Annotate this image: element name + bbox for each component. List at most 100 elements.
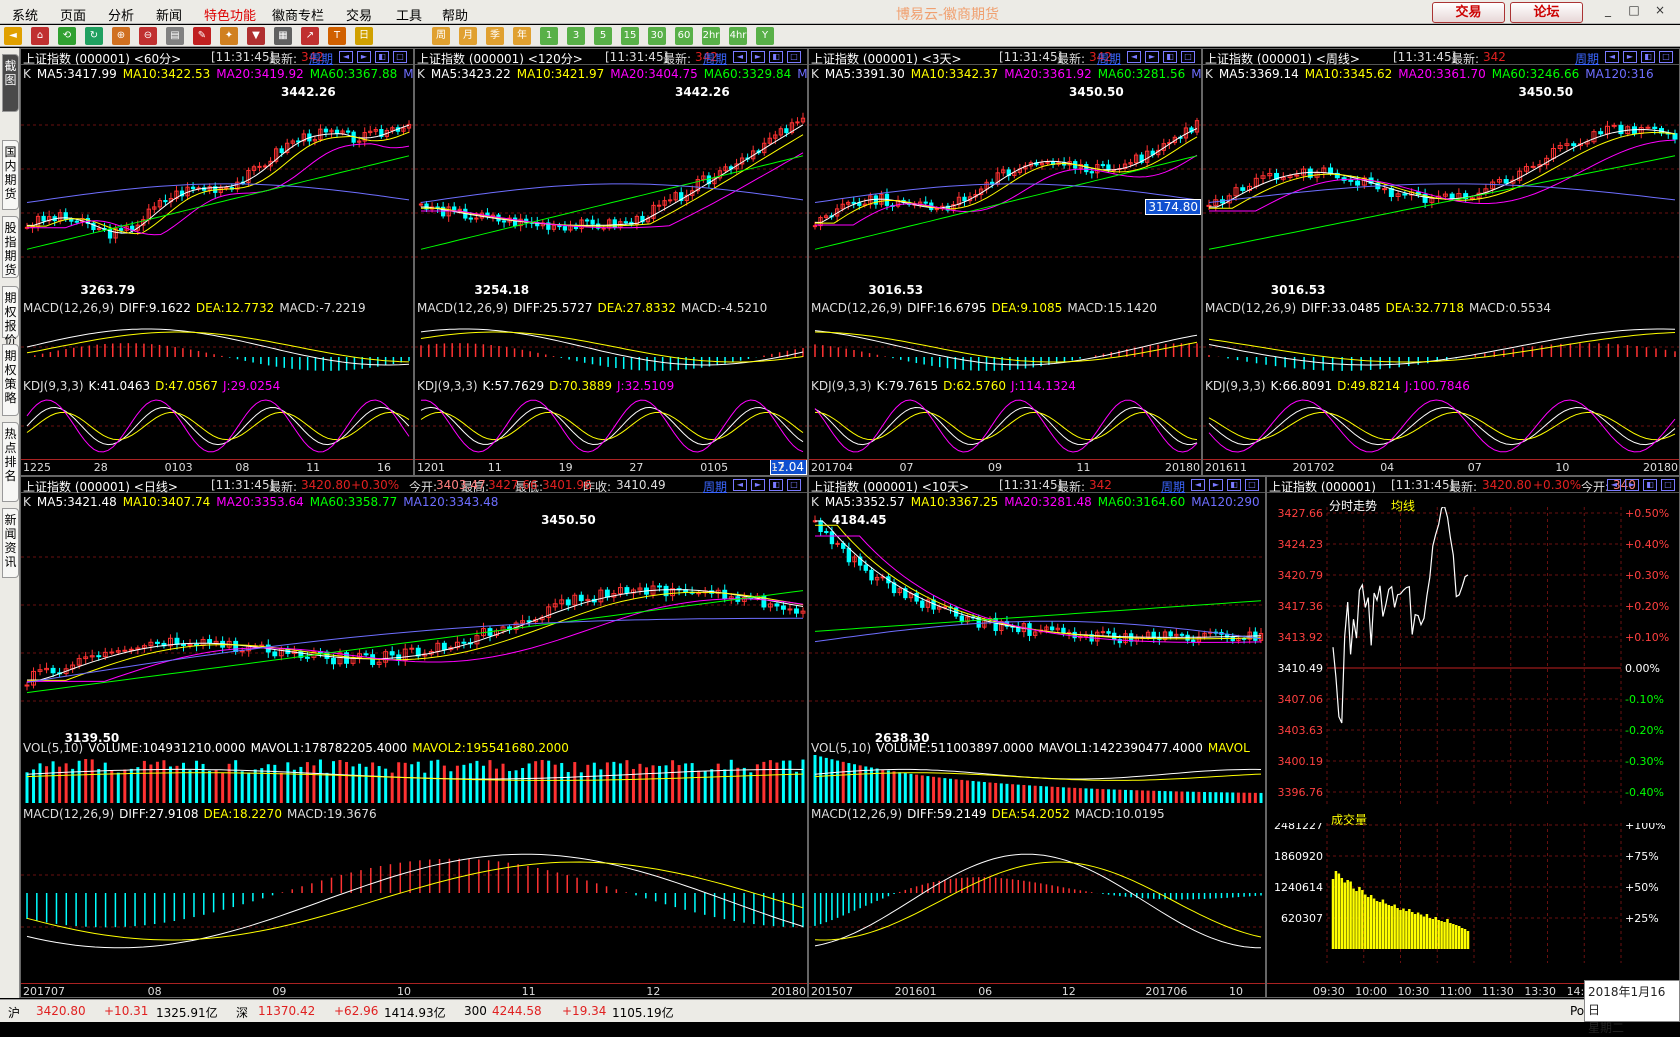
period-button-11[interactable]: 4hr — [729, 27, 747, 45]
zoom-icon[interactable]: ◧ — [769, 51, 783, 63]
zoom-icon[interactable]: ◧ — [1227, 479, 1241, 491]
period-button-1[interactable]: 月 — [459, 27, 477, 45]
side-tab-6[interactable]: 新闻资讯 — [2, 508, 19, 578]
arrow-left-icon[interactable]: ◄ — [4, 27, 22, 45]
period-link[interactable]: 周期 — [1161, 478, 1185, 495]
period-button-0[interactable]: 周 — [432, 27, 450, 45]
period-button-6[interactable]: 5 — [594, 27, 612, 45]
axis-tick: 201707 — [23, 985, 65, 998]
nav-left-icon[interactable]: ◄ — [1127, 51, 1141, 63]
home-icon[interactable]: ⌂ — [31, 27, 49, 45]
candle-body — [1530, 165, 1536, 168]
period-link[interactable]: 周期 — [703, 50, 727, 67]
zoom-in-icon[interactable]: ⊕ — [112, 27, 130, 45]
zoom-icon[interactable]: ◧ — [1163, 51, 1177, 63]
close-icon[interactable]: × — [1650, 3, 1670, 20]
candle-body — [304, 656, 310, 659]
nav-right-icon[interactable]: ► — [751, 479, 765, 491]
nav-right-icon[interactable]: ► — [1625, 479, 1639, 491]
nav-right-icon[interactable]: ► — [1145, 51, 1159, 63]
candle-body — [50, 667, 56, 674]
restore-icon[interactable]: □ — [1624, 3, 1644, 20]
refresh-icon[interactable]: ⟲ — [58, 27, 76, 45]
period-button-2[interactable]: 季 — [486, 27, 504, 45]
period-link[interactable]: 周期 — [309, 50, 333, 67]
zoom-icon[interactable]: ◧ — [1641, 51, 1655, 63]
period-button-12[interactable]: Y — [756, 27, 774, 45]
side-tab-4[interactable]: 期权策略 — [2, 344, 19, 416]
candle-body — [1328, 167, 1334, 174]
axis-tick: 201801 — [1643, 461, 1679, 474]
menu-item-6[interactable]: 交易 — [346, 5, 372, 24]
nav-left-icon[interactable]: ◄ — [733, 479, 747, 491]
maximize-icon[interactable]: □ — [393, 51, 407, 63]
zoom-icon[interactable]: ◧ — [769, 479, 783, 491]
menu-item-3[interactable]: 新闻 — [156, 5, 182, 24]
nav-left-icon[interactable]: ◄ — [1605, 51, 1619, 63]
period-button-3[interactable]: 年 — [513, 27, 531, 45]
volpct-label: +50% — [1625, 881, 1659, 894]
trade-button[interactable]: 交易 — [1432, 2, 1505, 23]
zoom-out-icon[interactable]: ⊖ — [139, 27, 157, 45]
nav-right-icon[interactable]: ► — [1623, 51, 1637, 63]
price-label: 3403.63 — [1278, 724, 1324, 737]
day-icon[interactable]: 日 — [355, 27, 373, 45]
zoom-icon[interactable]: ◧ — [375, 51, 389, 63]
nav-left-icon[interactable]: ◄ — [339, 51, 353, 63]
period-button-8[interactable]: 30 — [648, 27, 666, 45]
macd-name: MACD(12,26,9) — [23, 807, 115, 821]
maximize-icon[interactable]: □ — [1659, 51, 1673, 63]
kdj-j: J:100.7846 — [1405, 379, 1470, 393]
period-button-10[interactable]: 2hr — [702, 27, 720, 45]
period-button-5[interactable]: 3 — [567, 27, 585, 45]
nav-left-icon[interactable]: ◄ — [1191, 479, 1205, 491]
maximize-icon[interactable]: □ — [787, 51, 801, 63]
time-tick: 10:00 — [1355, 985, 1387, 998]
side-tab-3[interactable]: 期权报价 — [2, 286, 19, 347]
side-tab-0[interactable]: 截图 — [2, 54, 19, 112]
side-tab-2[interactable]: 股指期货 — [2, 216, 19, 278]
nav-left-icon[interactable]: ◄ — [733, 51, 747, 63]
maximize-icon[interactable]: □ — [787, 479, 801, 491]
menu-item-2[interactable]: 分析 — [108, 5, 134, 24]
cycle-icon[interactable]: ↻ — [85, 27, 103, 45]
chart-icon[interactable]: ↗ — [301, 27, 319, 45]
minimize-icon[interactable]: _ — [1598, 3, 1618, 20]
table-icon[interactable]: ▦ — [274, 27, 292, 45]
filter-icon[interactable]: ▼ — [247, 27, 265, 45]
candle-body — [696, 592, 702, 595]
nav-left-icon[interactable]: ◄ — [1607, 479, 1621, 491]
period-link[interactable]: 周期 — [1575, 50, 1599, 67]
zoom-icon[interactable]: ◧ — [1643, 479, 1657, 491]
tick-icon[interactable]: T — [328, 27, 346, 45]
nav-right-icon[interactable]: ► — [751, 51, 765, 63]
menu-item-7[interactable]: 工具 — [396, 5, 422, 24]
maximize-icon[interactable]: □ — [1181, 51, 1195, 63]
nav-right-icon[interactable]: ► — [1209, 479, 1223, 491]
menu-item-5[interactable]: 徽商专栏 — [272, 5, 324, 24]
high-marker: 3450.50 — [1518, 85, 1574, 99]
period-button-4[interactable]: 1 — [540, 27, 558, 45]
vol-legend: VOL(5,10) VOLUME:104931210.0000 MAVOL1:178… — [23, 741, 574, 755]
side-tab-1[interactable]: 国内期货 — [2, 140, 19, 210]
status-sz_v: 11370.42 — [258, 1004, 316, 1018]
menu-item-4[interactable]: 特色功能 — [204, 5, 256, 24]
period-link[interactable]: 周期 — [1097, 50, 1121, 67]
period-link[interactable]: 周期 — [703, 478, 727, 495]
menu-item-1[interactable]: 页面 — [60, 5, 86, 24]
pen-icon[interactable]: ✎ — [193, 27, 211, 45]
forum-button[interactable]: 论坛 — [1510, 2, 1583, 23]
menu-item-8[interactable]: 帮助 — [442, 5, 468, 24]
maximize-icon[interactable]: □ — [1245, 479, 1259, 491]
period-button-7[interactable]: 15 — [621, 27, 639, 45]
ma-k-value: K — [23, 495, 31, 509]
nav-right-icon[interactable]: ► — [357, 51, 371, 63]
chart-panel-3: 上证指数 (000001) <周线> [11:31:45] 最新: 342 周期 ◄ ► ◧ □… — [1202, 48, 1680, 476]
period-button-9[interactable]: 60 — [675, 27, 693, 45]
maximize-icon[interactable]: □ — [1661, 479, 1675, 491]
copy-icon[interactable]: ▤ — [166, 27, 184, 45]
side-tab-5[interactable]: 热点排名 — [2, 422, 19, 502]
tools-icon[interactable]: ✦ — [220, 27, 238, 45]
menu-item-0[interactable]: 系统 — [12, 5, 38, 24]
low-marker: 3016.53 — [1270, 283, 1326, 297]
